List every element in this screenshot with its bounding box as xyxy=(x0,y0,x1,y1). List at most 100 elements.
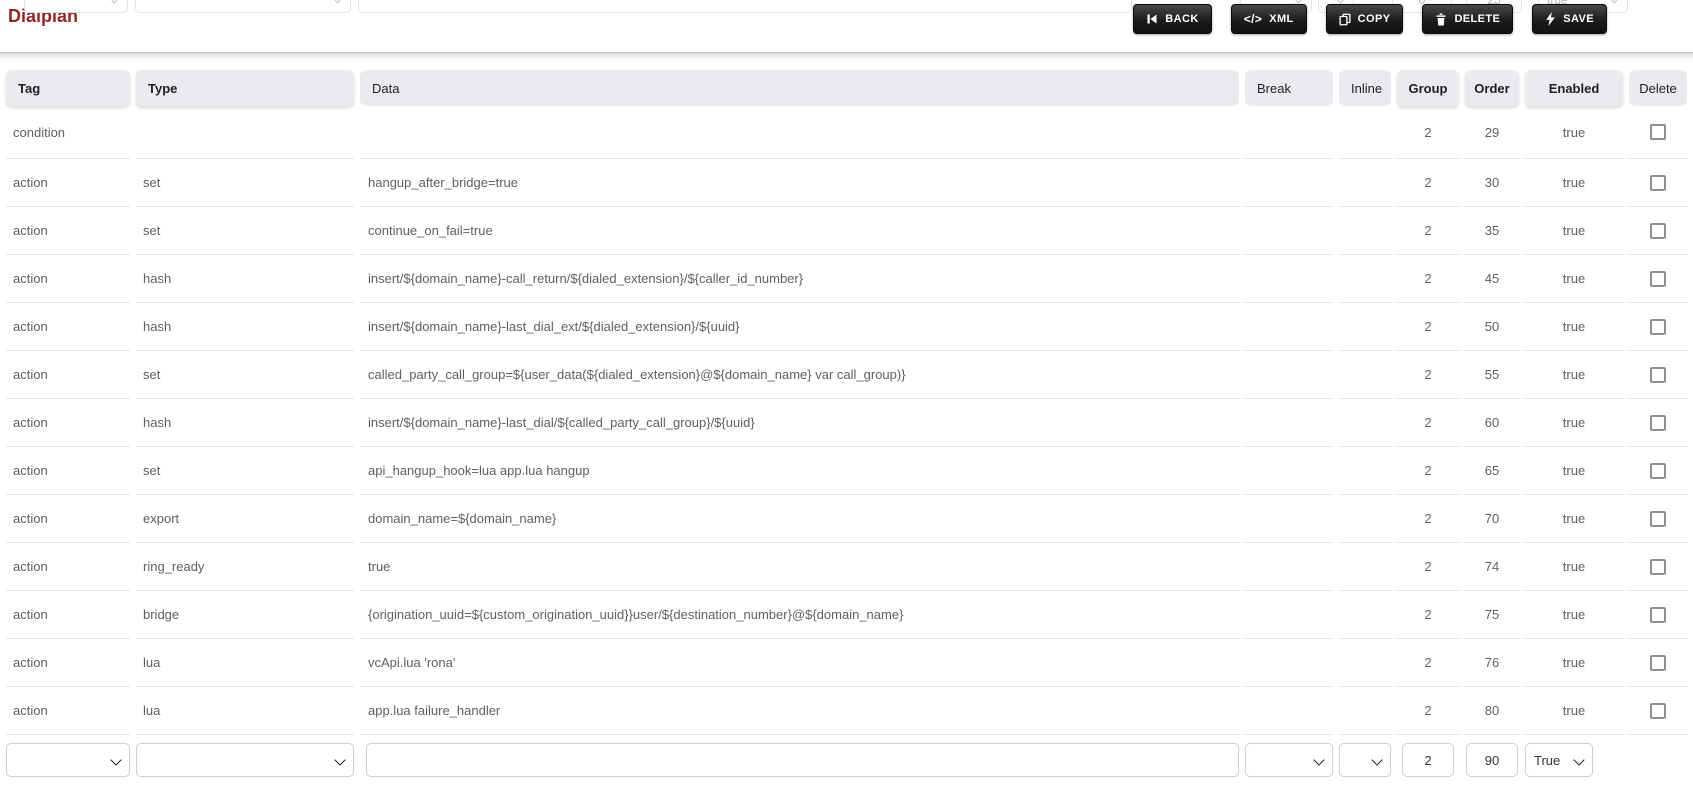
cell-type: lua xyxy=(136,687,354,735)
xml-button[interactable]: </> XML xyxy=(1230,4,1307,34)
cell-group: 2 xyxy=(1397,255,1459,303)
column-header-type[interactable]: Type xyxy=(136,70,354,106)
new-enabled-select[interactable]: True xyxy=(1525,743,1593,777)
cell-inline xyxy=(1339,495,1391,543)
toolbar: BACK </> XML COPY DELETE SAVE xyxy=(1133,4,1607,34)
save-button[interactable]: SAVE xyxy=(1532,4,1607,34)
cell-data: app.lua failure_handler xyxy=(360,687,1239,735)
delete-checkbox[interactable] xyxy=(1650,558,1666,575)
back-button[interactable]: BACK xyxy=(1133,4,1212,34)
new-break-select[interactable] xyxy=(1245,743,1333,777)
cell-break xyxy=(1245,106,1333,159)
cell-inline xyxy=(1339,106,1391,159)
delete-checkbox[interactable] xyxy=(1650,174,1666,191)
cell-group: 2 xyxy=(1397,495,1459,543)
header-shadow xyxy=(0,52,1693,62)
cell-order: 74 xyxy=(1465,543,1519,591)
cell-tag: action xyxy=(6,351,130,399)
cell-enabled: true xyxy=(1525,591,1623,639)
cell-break xyxy=(1245,399,1333,447)
delete-checkbox[interactable] xyxy=(1650,414,1666,431)
cell-order: 76 xyxy=(1465,639,1519,687)
cell-enabled: true xyxy=(1525,351,1623,399)
cell-tag: action xyxy=(6,159,130,207)
cell-tag: condition xyxy=(6,106,130,159)
column-header-data: Data xyxy=(360,70,1239,106)
cell-break xyxy=(1245,207,1333,255)
delete-checkbox[interactable] xyxy=(1650,222,1666,239)
header-row: Tag Type Data Break Inline Group Order E… xyxy=(6,70,1687,106)
new-data-input[interactable] xyxy=(366,743,1239,777)
delete-checkbox[interactable] xyxy=(1650,606,1666,623)
cell-group: 2 xyxy=(1397,207,1459,255)
cell-inline xyxy=(1339,255,1391,303)
cell-order: 65 xyxy=(1465,447,1519,495)
cell-enabled: true xyxy=(1525,639,1623,687)
cell-inline xyxy=(1339,543,1391,591)
cell-inline xyxy=(1339,351,1391,399)
cell-order: 75 xyxy=(1465,591,1519,639)
top-select-1[interactable] xyxy=(24,0,128,13)
table-row: action export domain_name=${domain_name}… xyxy=(6,495,1687,543)
cell-break xyxy=(1245,255,1333,303)
cell-group: 2 xyxy=(1397,591,1459,639)
new-tag-select[interactable] xyxy=(6,743,130,777)
table-row: action hash insert/${domain_name}-last_d… xyxy=(6,399,1687,447)
new-group-input[interactable] xyxy=(1402,743,1454,777)
cell-inline xyxy=(1339,159,1391,207)
new-detail-form-row: True xyxy=(6,735,1687,795)
cell-type: set xyxy=(136,159,354,207)
table-row: action hash insert/${domain_name}-last_d… xyxy=(6,303,1687,351)
new-order-input[interactable] xyxy=(1466,743,1518,777)
cell-type: hash xyxy=(136,255,354,303)
delete-button-label: DELETE xyxy=(1454,13,1501,25)
cell-type xyxy=(136,106,354,159)
column-header-enabled[interactable]: Enabled xyxy=(1525,70,1623,106)
delete-checkbox[interactable] xyxy=(1650,366,1666,383)
copy-button[interactable]: COPY xyxy=(1325,4,1404,34)
cell-data: domain_name=${domain_name} xyxy=(360,495,1239,543)
cell-order: 50 xyxy=(1465,303,1519,351)
column-header-inline: Inline xyxy=(1339,70,1391,106)
cell-data: vcApi.lua 'rona' xyxy=(360,639,1239,687)
cell-order: 30 xyxy=(1465,159,1519,207)
column-header-tag[interactable]: Tag xyxy=(6,70,130,106)
cell-tag: action xyxy=(6,255,130,303)
cell-tag: action xyxy=(6,639,130,687)
table-row: action bridge {origination_uuid=${custom… xyxy=(6,591,1687,639)
cell-order: 45 xyxy=(1465,255,1519,303)
delete-checkbox[interactable] xyxy=(1650,318,1666,335)
top-input-1[interactable] xyxy=(358,0,1132,13)
delete-checkbox[interactable] xyxy=(1650,270,1666,287)
cell-order: 60 xyxy=(1465,399,1519,447)
delete-checkbox[interactable] xyxy=(1650,702,1666,719)
delete-checkbox[interactable] xyxy=(1650,510,1666,527)
new-type-select[interactable] xyxy=(136,743,354,777)
delete-checkbox[interactable] xyxy=(1650,462,1666,479)
cell-data: true xyxy=(360,543,1239,591)
column-header-order[interactable]: Order xyxy=(1465,70,1519,106)
cell-type: export xyxy=(136,495,354,543)
delete-checkbox[interactable] xyxy=(1650,124,1666,141)
new-inline-select[interactable] xyxy=(1339,743,1391,777)
cell-type: set xyxy=(136,351,354,399)
cell-inline xyxy=(1339,639,1391,687)
cell-data: insert/${domain_name}-last_dial_ext/${di… xyxy=(360,303,1239,351)
cell-tag: action xyxy=(6,399,130,447)
top-select-2[interactable] xyxy=(135,0,351,13)
cell-type: set xyxy=(136,207,354,255)
xml-button-label: XML xyxy=(1269,13,1294,25)
delete-button[interactable]: DELETE xyxy=(1422,4,1514,34)
cell-type: bridge xyxy=(136,591,354,639)
code-icon: </> xyxy=(1243,12,1263,26)
cell-type: hash xyxy=(136,303,354,351)
table-row: action hash insert/${domain_name}-call_r… xyxy=(6,255,1687,303)
column-header-group[interactable]: Group xyxy=(1397,70,1459,106)
cell-inline xyxy=(1339,303,1391,351)
delete-checkbox[interactable] xyxy=(1650,654,1666,671)
trash-icon xyxy=(1435,13,1447,26)
table-row: action set continue_on_fail=true 2 35 tr… xyxy=(6,207,1687,255)
cell-tag: action xyxy=(6,303,130,351)
cell-break xyxy=(1245,447,1333,495)
cell-break xyxy=(1245,591,1333,639)
